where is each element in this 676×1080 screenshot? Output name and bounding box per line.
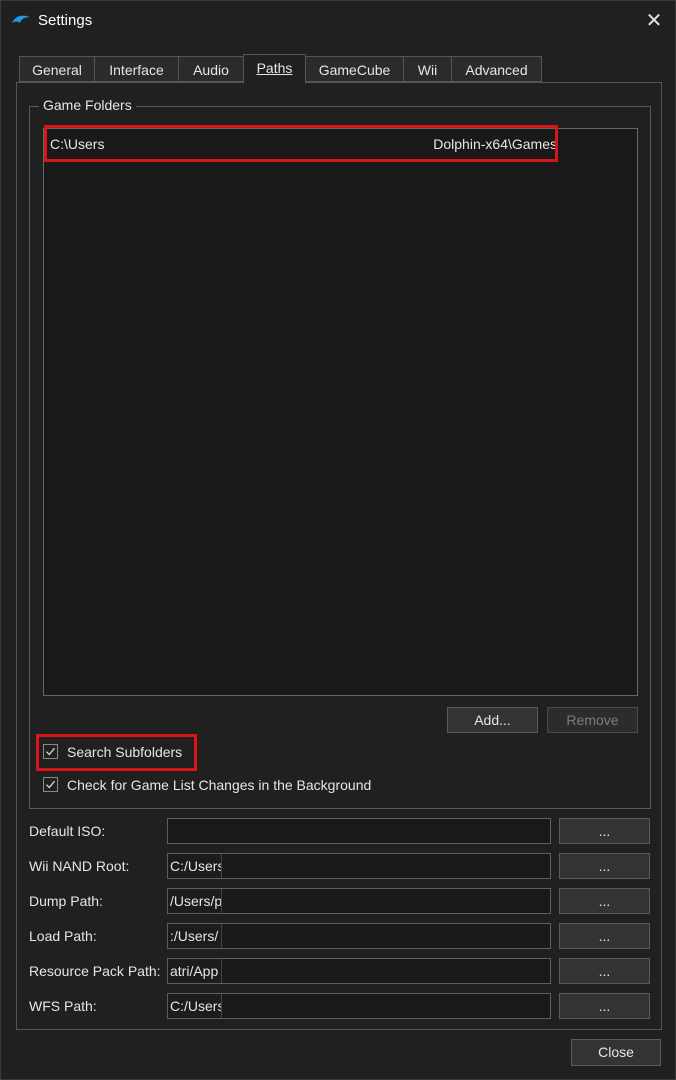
- settings-window: Settings ✕ General Interface Audio Paths…: [0, 0, 676, 1080]
- resource-pack-path-row: Resource Pack Path: atri/App ...: [17, 958, 663, 984]
- paths-tab-panel: Game Folders C:\Users Dolphin-x64\Games …: [16, 82, 662, 1030]
- load-path-row: Load Path: :/Users/ ...: [17, 923, 663, 949]
- dump-path-browse-button[interactable]: ...: [559, 888, 650, 914]
- tab-audio[interactable]: Audio: [178, 56, 244, 82]
- search-subfolders-checkbox[interactable]: Search Subfolders: [43, 741, 223, 763]
- dump-path-row: Dump Path: /Users/p ...: [17, 888, 663, 914]
- wii-nand-root-row: Wii NAND Root: C:/Users ...: [17, 853, 663, 879]
- tab-general[interactable]: General: [19, 56, 95, 82]
- check-game-list-changes-checkbox[interactable]: Check for Game List Changes in the Backg…: [43, 774, 443, 796]
- load-path-browse-button[interactable]: ...: [559, 923, 650, 949]
- resource-pack-path-field[interactable]: atri/App: [167, 958, 551, 984]
- game-folders-legend: Game Folders: [39, 97, 136, 113]
- wii-nand-root-browse-button[interactable]: ...: [559, 853, 650, 879]
- game-folders-group: Game Folders C:\Users Dolphin-x64\Games …: [29, 97, 651, 809]
- default-iso-row: Default ISO: ...: [17, 818, 663, 844]
- list-item[interactable]: C:\Users Dolphin-x64\Games: [48, 133, 557, 155]
- checkmark-icon: [46, 747, 56, 756]
- window-title: Settings: [38, 12, 93, 29]
- checkbox-box[interactable]: [43, 744, 58, 759]
- wfs-path-row: WFS Path: C:/Users, ...: [17, 993, 663, 1019]
- tab-advanced[interactable]: Advanced: [451, 56, 542, 82]
- title-bar: Settings ✕: [1, 1, 676, 41]
- wfs-path-label: WFS Path:: [29, 998, 97, 1014]
- checkmark-icon: [46, 780, 56, 789]
- game-folders-list[interactable]: C:\Users Dolphin-x64\Games: [43, 128, 638, 696]
- tab-interface[interactable]: Interface: [94, 56, 179, 82]
- close-button[interactable]: Close: [571, 1039, 661, 1066]
- wfs-path-browse-button[interactable]: ...: [559, 993, 650, 1019]
- default-iso-label: Default ISO:: [29, 823, 106, 839]
- wii-nand-root-label: Wii NAND Root:: [29, 858, 130, 874]
- dolphin-logo-icon: [12, 15, 30, 23]
- search-subfolders-label: Search Subfolders: [67, 744, 183, 760]
- remove-folder-button[interactable]: Remove: [547, 707, 638, 733]
- add-folder-button[interactable]: Add...: [447, 707, 538, 733]
- resource-pack-path-label: Resource Pack Path:: [29, 963, 161, 979]
- close-window-icon[interactable]: ✕: [639, 7, 669, 35]
- resource-pack-path-browse-button[interactable]: ...: [559, 958, 650, 984]
- folder-path-end: Dolphin-x64\Games: [433, 136, 557, 152]
- wfs-path-field[interactable]: C:/Users,: [167, 993, 551, 1019]
- checkbox-box[interactable]: [43, 777, 58, 792]
- tab-wii[interactable]: Wii: [403, 56, 452, 82]
- load-path-label: Load Path:: [29, 928, 97, 944]
- check-game-list-changes-label: Check for Game List Changes in the Backg…: [67, 777, 372, 793]
- load-path-field[interactable]: :/Users/: [167, 923, 551, 949]
- dump-path-field[interactable]: /Users/p: [167, 888, 551, 914]
- dump-path-label: Dump Path:: [29, 893, 103, 909]
- folder-path-start: C:\Users: [50, 136, 105, 152]
- tab-paths[interactable]: Paths: [243, 54, 306, 84]
- tab-gamecube[interactable]: GameCube: [305, 56, 404, 82]
- wii-nand-root-field[interactable]: C:/Users: [167, 853, 551, 879]
- default-iso-field[interactable]: [167, 818, 551, 844]
- default-iso-browse-button[interactable]: ...: [559, 818, 650, 844]
